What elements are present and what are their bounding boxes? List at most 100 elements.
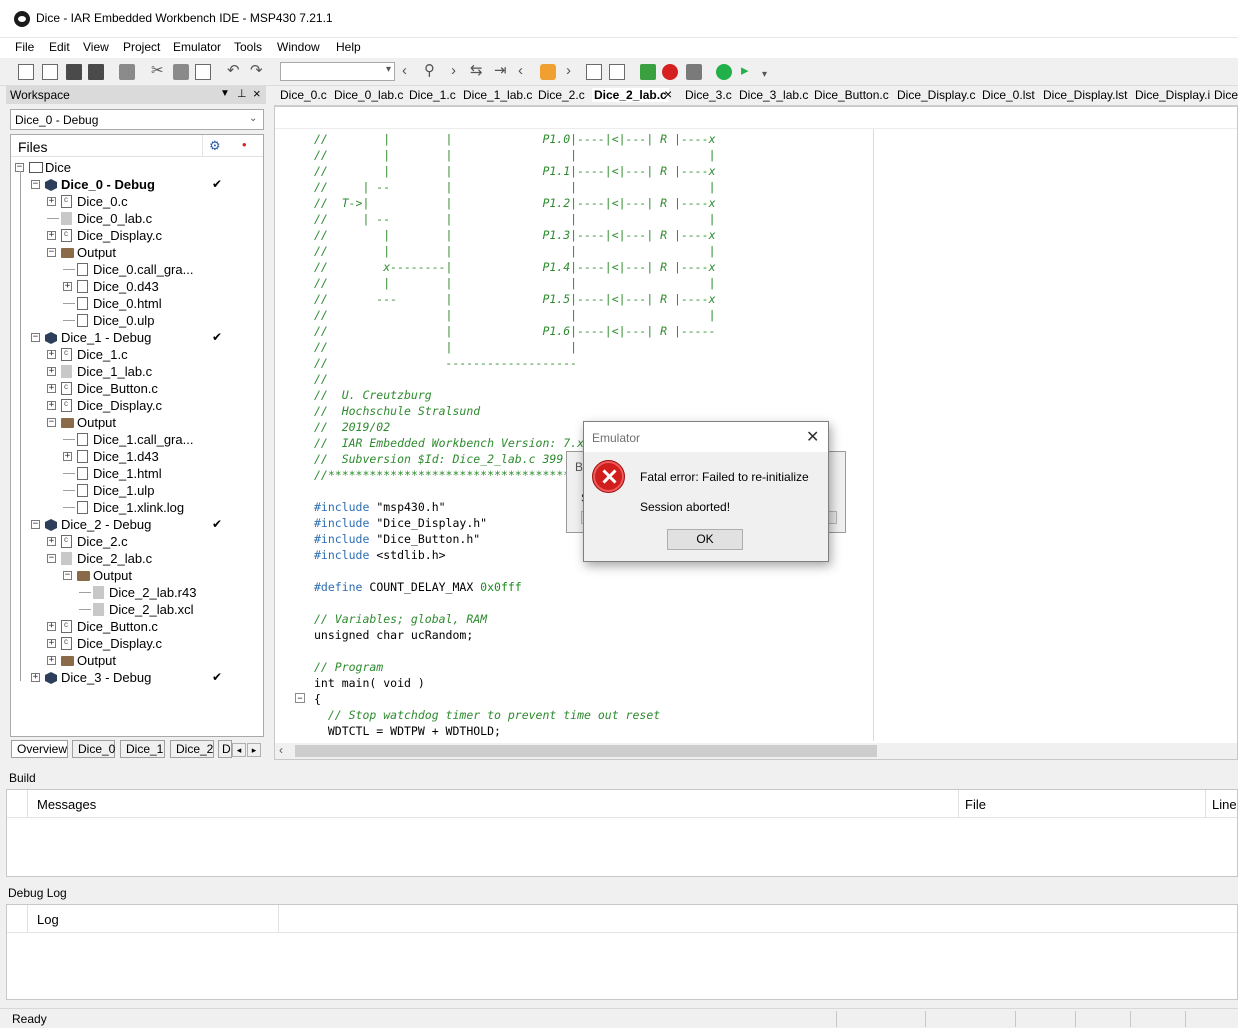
tab-overflow[interactable]: Dice xyxy=(1214,88,1238,102)
code-line[interactable]: // xyxy=(314,371,328,387)
code-line[interactable]: // | -- | | | xyxy=(314,179,716,195)
cut-icon[interactable]: ✂ xyxy=(151,62,164,80)
code-line[interactable]: // | -- | | | xyxy=(314,211,716,227)
tab-dice-3[interactable]: D xyxy=(218,740,232,758)
tree-item[interactable]: Dice_0.ulp xyxy=(11,312,263,329)
expand-icon[interactable]: + xyxy=(47,384,56,393)
tree-item[interactable]: Dice_1.call_gra... xyxy=(11,431,263,448)
tree-item[interactable]: − Dice_0 - Debug ✔ xyxy=(11,176,263,193)
tree-item[interactable]: Dice_0_lab.c xyxy=(11,210,263,227)
find-icon[interactable]: ⚲ xyxy=(424,62,435,80)
collapse-icon[interactable]: − xyxy=(47,248,56,257)
code-line[interactable]: // x--------| P1.4|----|<|---| R |----x xyxy=(314,259,716,275)
tree-item[interactable]: + Dice_1.c xyxy=(11,346,263,363)
code-line[interactable]: // | | xyxy=(314,339,577,355)
code-line[interactable]: // | | | | xyxy=(314,147,716,163)
tab-dice-0-lst[interactable]: Dice_0.lst xyxy=(982,88,1035,102)
back-icon[interactable]: ‹ xyxy=(402,62,407,80)
expand-icon[interactable]: + xyxy=(63,452,72,461)
column-messages[interactable]: Messages xyxy=(37,797,96,812)
expand-icon[interactable]: + xyxy=(47,656,56,665)
tree-item[interactable]: − Dice_1 - Debug ✔ xyxy=(11,329,263,346)
expand-icon[interactable]: + xyxy=(47,197,56,206)
breakpoint-icon[interactable] xyxy=(686,64,702,80)
code-line[interactable]: #include "Dice_Display.h" xyxy=(314,515,487,531)
paste-icon[interactable] xyxy=(195,64,211,80)
save-all-icon[interactable] xyxy=(88,64,104,80)
tab-overview[interactable]: Overview xyxy=(11,740,68,758)
tree-item[interactable]: Dice_1.html xyxy=(11,465,263,482)
compile-icon[interactable] xyxy=(640,64,656,80)
tab-dice-0-lab-c[interactable]: Dice_0_lab.c xyxy=(334,88,403,102)
tab-dice-display-lst[interactable]: Dice_Display.lst xyxy=(1043,88,1127,102)
redo-icon[interactable]: ↷ xyxy=(250,62,263,80)
code-line[interactable]: // Variables; global, RAM xyxy=(314,611,487,627)
gear-icon[interactable]: ⚙ xyxy=(209,138,221,154)
ok-button[interactable]: OK xyxy=(667,529,743,550)
tab-dice-0[interactable]: Dice_0 xyxy=(72,740,115,758)
tree-item[interactable]: − Output xyxy=(11,567,263,584)
column-log[interactable]: Log xyxy=(37,912,59,927)
tab-dice-display-c[interactable]: Dice_Display.c xyxy=(897,88,975,102)
menu-help[interactable]: Help xyxy=(336,40,361,54)
workspace-dropdown-icon[interactable]: ▼ xyxy=(220,88,230,99)
tree-item[interactable]: + Dice_Display.c xyxy=(11,635,263,652)
tab-dice-1-c[interactable]: Dice_1.c xyxy=(409,88,456,102)
tree-item[interactable]: + Dice_Display.c xyxy=(11,397,263,414)
code-line[interactable]: // | | P1.1|----|<|---| R |----x xyxy=(314,163,716,179)
tree-item[interactable]: + Dice_Button.c xyxy=(11,618,263,635)
next-bookmark-icon[interactable]: › xyxy=(566,62,571,80)
tree-item[interactable]: + Dice_0.c xyxy=(11,193,263,210)
tab-dice-2-c[interactable]: Dice_2.c xyxy=(538,88,585,102)
new-file-icon[interactable] xyxy=(18,64,34,80)
bookmark-icon[interactable] xyxy=(540,64,556,80)
code-line[interactable]: // | | P1.3|----|<|---| R |----x xyxy=(314,227,716,243)
tree-item[interactable]: − Output xyxy=(11,414,263,431)
tree-item[interactable]: Dice_0.call_gra... xyxy=(11,261,263,278)
undo-icon[interactable]: ↶ xyxy=(227,62,240,80)
find-combo[interactable] xyxy=(280,62,395,81)
code-line[interactable]: // Stop watchdog timer to prevent time o… xyxy=(314,707,660,723)
expand-icon[interactable]: + xyxy=(47,639,56,648)
code-line[interactable]: #include <stdlib.h> xyxy=(314,547,446,563)
copy-icon[interactable] xyxy=(173,64,189,80)
expand-icon[interactable]: + xyxy=(31,673,40,682)
tab-dice-3-c[interactable]: Dice_3.c xyxy=(685,88,732,102)
code-line[interactable]: // Program xyxy=(314,659,383,675)
menu-file[interactable]: File xyxy=(15,40,34,54)
tab-dice-2[interactable]: Dice_2 xyxy=(170,740,214,758)
scroll-left-icon[interactable]: ‹ xyxy=(279,743,283,757)
code-line[interactable]: // Hochschule Stralsund xyxy=(314,403,480,419)
debug-without-download-icon[interactable]: ▸ xyxy=(741,62,749,80)
indent-icon[interactable]: ⇥ xyxy=(494,62,507,80)
pin-icon[interactable]: ⊥ xyxy=(237,87,247,100)
tree-item[interactable]: + Dice_3 - Debug ✔ xyxy=(11,669,263,686)
tab-dice-0-c[interactable]: Dice_0.c xyxy=(280,88,327,102)
collapse-icon[interactable]: − xyxy=(31,520,40,529)
tree-item[interactable]: + Dice_1_lab.c xyxy=(11,363,263,380)
tree-item[interactable]: + Dice_Button.c xyxy=(11,380,263,397)
collapse-icon[interactable]: − xyxy=(31,333,40,342)
toolbar-overflow-icon[interactable]: ▾ xyxy=(762,66,767,84)
open-file-icon[interactable] xyxy=(42,64,58,80)
editor-gutter[interactable] xyxy=(275,129,311,741)
code-line[interactable]: // | P1.6|----|<|---| R |----- xyxy=(314,323,716,339)
expand-icon[interactable]: + xyxy=(47,537,56,546)
code-line[interactable]: // | | P1.0|----|<|---| R |----x xyxy=(314,131,716,147)
code-line[interactable]: #define COUNT_DELAY_MAX 0x0fff xyxy=(314,579,522,595)
tree-item[interactable]: + Dice_2.c xyxy=(11,533,263,550)
download-debug-icon[interactable] xyxy=(716,64,732,80)
tab-dice-2-lab-c-active[interactable]: Dice_2_lab.c xyxy=(592,88,669,102)
menu-window[interactable]: Window xyxy=(277,40,320,54)
tree-item[interactable]: Dice_1.xlink.log xyxy=(11,499,263,516)
tree-item[interactable]: − Output xyxy=(11,244,263,261)
tab-close-icon[interactable]: × xyxy=(664,86,672,102)
collapse-icon[interactable]: − xyxy=(63,571,72,580)
column-line[interactable]: Line xyxy=(1212,797,1237,812)
menu-view[interactable]: View xyxy=(83,40,109,54)
menu-project[interactable]: Project xyxy=(123,40,160,54)
tab-dice-3-lab-c[interactable]: Dice_3_lab.c xyxy=(739,88,808,102)
expand-icon[interactable]: + xyxy=(47,401,56,410)
code-line[interactable]: // 2019/02 xyxy=(314,419,390,435)
code-line[interactable]: #include "Dice_Button.h" xyxy=(314,531,480,547)
